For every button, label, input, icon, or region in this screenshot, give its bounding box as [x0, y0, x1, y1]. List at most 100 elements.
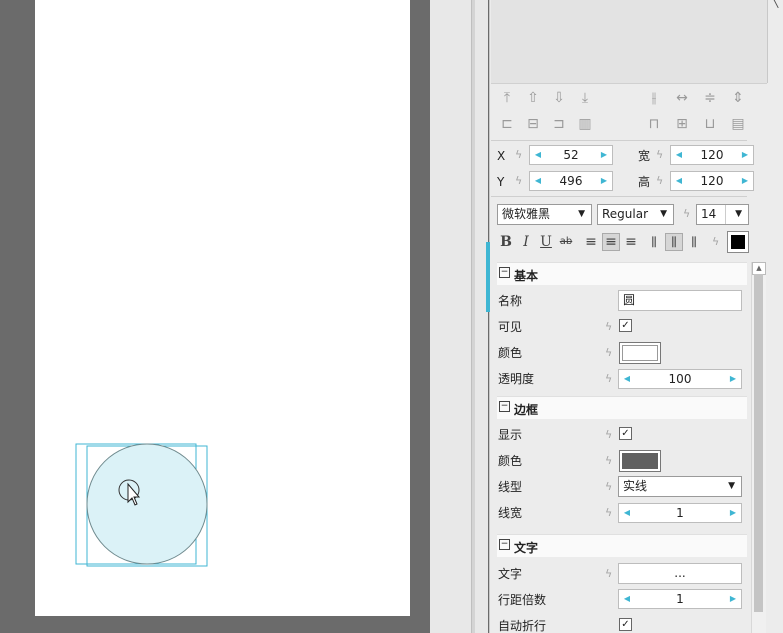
decrement-icon[interactable]: ◀ [532, 172, 544, 190]
valign-bottom-icon[interactable]: ⫼ [685, 233, 703, 251]
text-edit-button[interactable]: ... [618, 563, 742, 584]
scroll-thumb[interactable] [754, 274, 763, 612]
underline-button[interactable]: U [537, 233, 555, 251]
chevron-down-icon: ▼ [660, 209, 667, 219]
valign-top-icon[interactable]: ⫼ [645, 233, 663, 251]
section-border-header[interactable]: − 边框 [497, 396, 747, 419]
visible-label: 可见 [498, 320, 523, 334]
send-backward-icon[interactable]: ⇩ [550, 89, 568, 107]
bolt-icon[interactable]: ϟ [605, 373, 612, 385]
circle[interactable] [86, 443, 208, 565]
close-icon[interactable]: ╲ [771, 0, 778, 8]
send-to-back-icon[interactable]: ⤓ [576, 89, 594, 107]
increment-icon[interactable]: ▶ [739, 146, 751, 164]
name-field[interactable]: 圆 [618, 290, 742, 311]
opacity-value[interactable]: 100 [633, 370, 727, 388]
y-value[interactable]: 496 [544, 172, 598, 190]
text-edit-value: ... [674, 566, 686, 580]
line-height-value[interactable]: 1 [633, 590, 727, 608]
bolt-icon[interactable]: ϟ [683, 208, 690, 220]
bolt-icon[interactable]: ϟ [605, 455, 612, 467]
increment-icon[interactable]: ▶ [727, 590, 739, 608]
line-width-label: 线宽 [498, 506, 523, 520]
increment-icon[interactable]: ▶ [727, 370, 739, 388]
align-text-left-icon[interactable]: ≡ [582, 233, 600, 251]
y-stepper[interactable]: ◀ 496 ▶ [529, 171, 613, 191]
decrement-icon[interactable]: ◀ [621, 590, 633, 608]
decrement-icon[interactable]: ◀ [621, 370, 633, 388]
font-size-select[interactable]: 14 ▼ [696, 204, 749, 225]
height-stepper[interactable]: ◀ 120 ▶ [670, 171, 754, 191]
section-basic-header[interactable]: − 基本 [497, 262, 747, 285]
border-show-checkbox[interactable]: ✓ [619, 427, 632, 440]
align-center-h-icon[interactable]: ⫲ [645, 89, 663, 107]
align-center-v-icon[interactable]: ≑ [701, 89, 719, 107]
increment-icon[interactable]: ▶ [739, 172, 751, 190]
bolt-icon[interactable]: ϟ [605, 568, 612, 580]
fill-color-swatch[interactable] [619, 342, 661, 364]
panel-collapse-handle[interactable] [486, 242, 490, 312]
height-value[interactable]: 120 [685, 172, 739, 190]
line-height-stepper[interactable]: ◀ 1 ▶ [618, 589, 742, 609]
line-width-stepper[interactable]: ◀ 1 ▶ [618, 503, 742, 523]
bolt-icon[interactable]: ϟ [605, 347, 612, 359]
same-width-icon[interactable]: ▥ [576, 115, 594, 133]
visible-checkbox[interactable]: ✓ [619, 319, 632, 332]
collapse-icon[interactable]: − [499, 401, 510, 412]
align-left-icon[interactable]: ⊏ [498, 115, 516, 133]
distribute-v-icon[interactable]: ⇕ [729, 89, 747, 107]
line-style-select[interactable]: 实线 ▼ [618, 476, 742, 497]
same-size-icon[interactable]: ▤ [729, 115, 747, 133]
width-value[interactable]: 120 [685, 146, 739, 164]
font-family-select[interactable]: 微软雅黑 ▼ [497, 204, 592, 225]
collapse-icon[interactable]: − [499, 539, 510, 550]
bolt-icon[interactable]: ϟ [605, 321, 612, 333]
decrement-icon[interactable]: ◀ [621, 504, 633, 522]
align-hcenter-icon[interactable]: ⊟ [524, 115, 542, 133]
font-size-value[interactable]: 14 [701, 205, 726, 224]
align-bottom-icon[interactable]: ⊔ [701, 115, 719, 133]
bolt-icon[interactable]: ϟ [515, 149, 522, 161]
bolt-icon[interactable]: ϟ [605, 507, 612, 519]
x-value[interactable]: 52 [544, 146, 598, 164]
bolt-icon[interactable]: ϟ [605, 429, 612, 441]
border-color-swatch[interactable] [619, 450, 661, 472]
collapse-icon[interactable]: − [499, 267, 510, 278]
increment-icon[interactable]: ▶ [598, 172, 610, 190]
width-stepper[interactable]: ◀ 120 ▶ [670, 145, 754, 165]
circle-shape[interactable] [70, 438, 215, 570]
bolt-icon[interactable]: ϟ [515, 175, 522, 187]
valign-middle-icon[interactable]: ⫼ [665, 233, 683, 251]
bolt-icon[interactable]: ϟ [656, 175, 663, 187]
decrement-icon[interactable]: ◀ [673, 146, 685, 164]
section-text-header[interactable]: − 文字 [497, 534, 747, 557]
increment-icon[interactable]: ▶ [598, 146, 610, 164]
align-top-icon[interactable]: ⊓ [645, 115, 663, 133]
line-width-value[interactable]: 1 [633, 504, 727, 522]
panel-edge [475, 0, 488, 633]
align-vcenter-icon[interactable]: ⊞ [673, 115, 691, 133]
auto-wrap-checkbox[interactable]: ✓ [619, 618, 632, 631]
font-color-button[interactable] [727, 231, 749, 253]
align-right-icon[interactable]: ⊐ [550, 115, 568, 133]
font-style-select[interactable]: Regular ▼ [597, 204, 674, 225]
bolt-icon[interactable]: ϟ [656, 149, 663, 161]
align-text-right-icon[interactable]: ≡ [622, 233, 640, 251]
bring-forward-icon[interactable]: ⇧ [524, 89, 542, 107]
opacity-stepper[interactable]: ◀ 100 ▶ [618, 369, 742, 389]
decrement-icon[interactable]: ◀ [673, 172, 685, 190]
bolt-icon[interactable]: ϟ [605, 481, 612, 493]
line-style-value: 实线 [623, 479, 648, 493]
decrement-icon[interactable]: ◀ [532, 146, 544, 164]
preview-scrollbar[interactable] [767, 0, 783, 83]
section-basic-title: 基本 [514, 269, 539, 283]
italic-button[interactable]: I [517, 233, 535, 251]
bring-to-front-icon[interactable]: ⤒ [498, 89, 516, 107]
increment-icon[interactable]: ▶ [727, 504, 739, 522]
align-text-center-icon[interactable]: ≡ [602, 233, 620, 251]
bold-button[interactable]: B [497, 233, 515, 251]
bolt-icon[interactable]: ϟ [712, 236, 719, 248]
strikethrough-button[interactable]: ab [557, 233, 575, 251]
distribute-h-icon[interactable]: ↔ [673, 89, 691, 107]
x-stepper[interactable]: ◀ 52 ▶ [529, 145, 613, 165]
